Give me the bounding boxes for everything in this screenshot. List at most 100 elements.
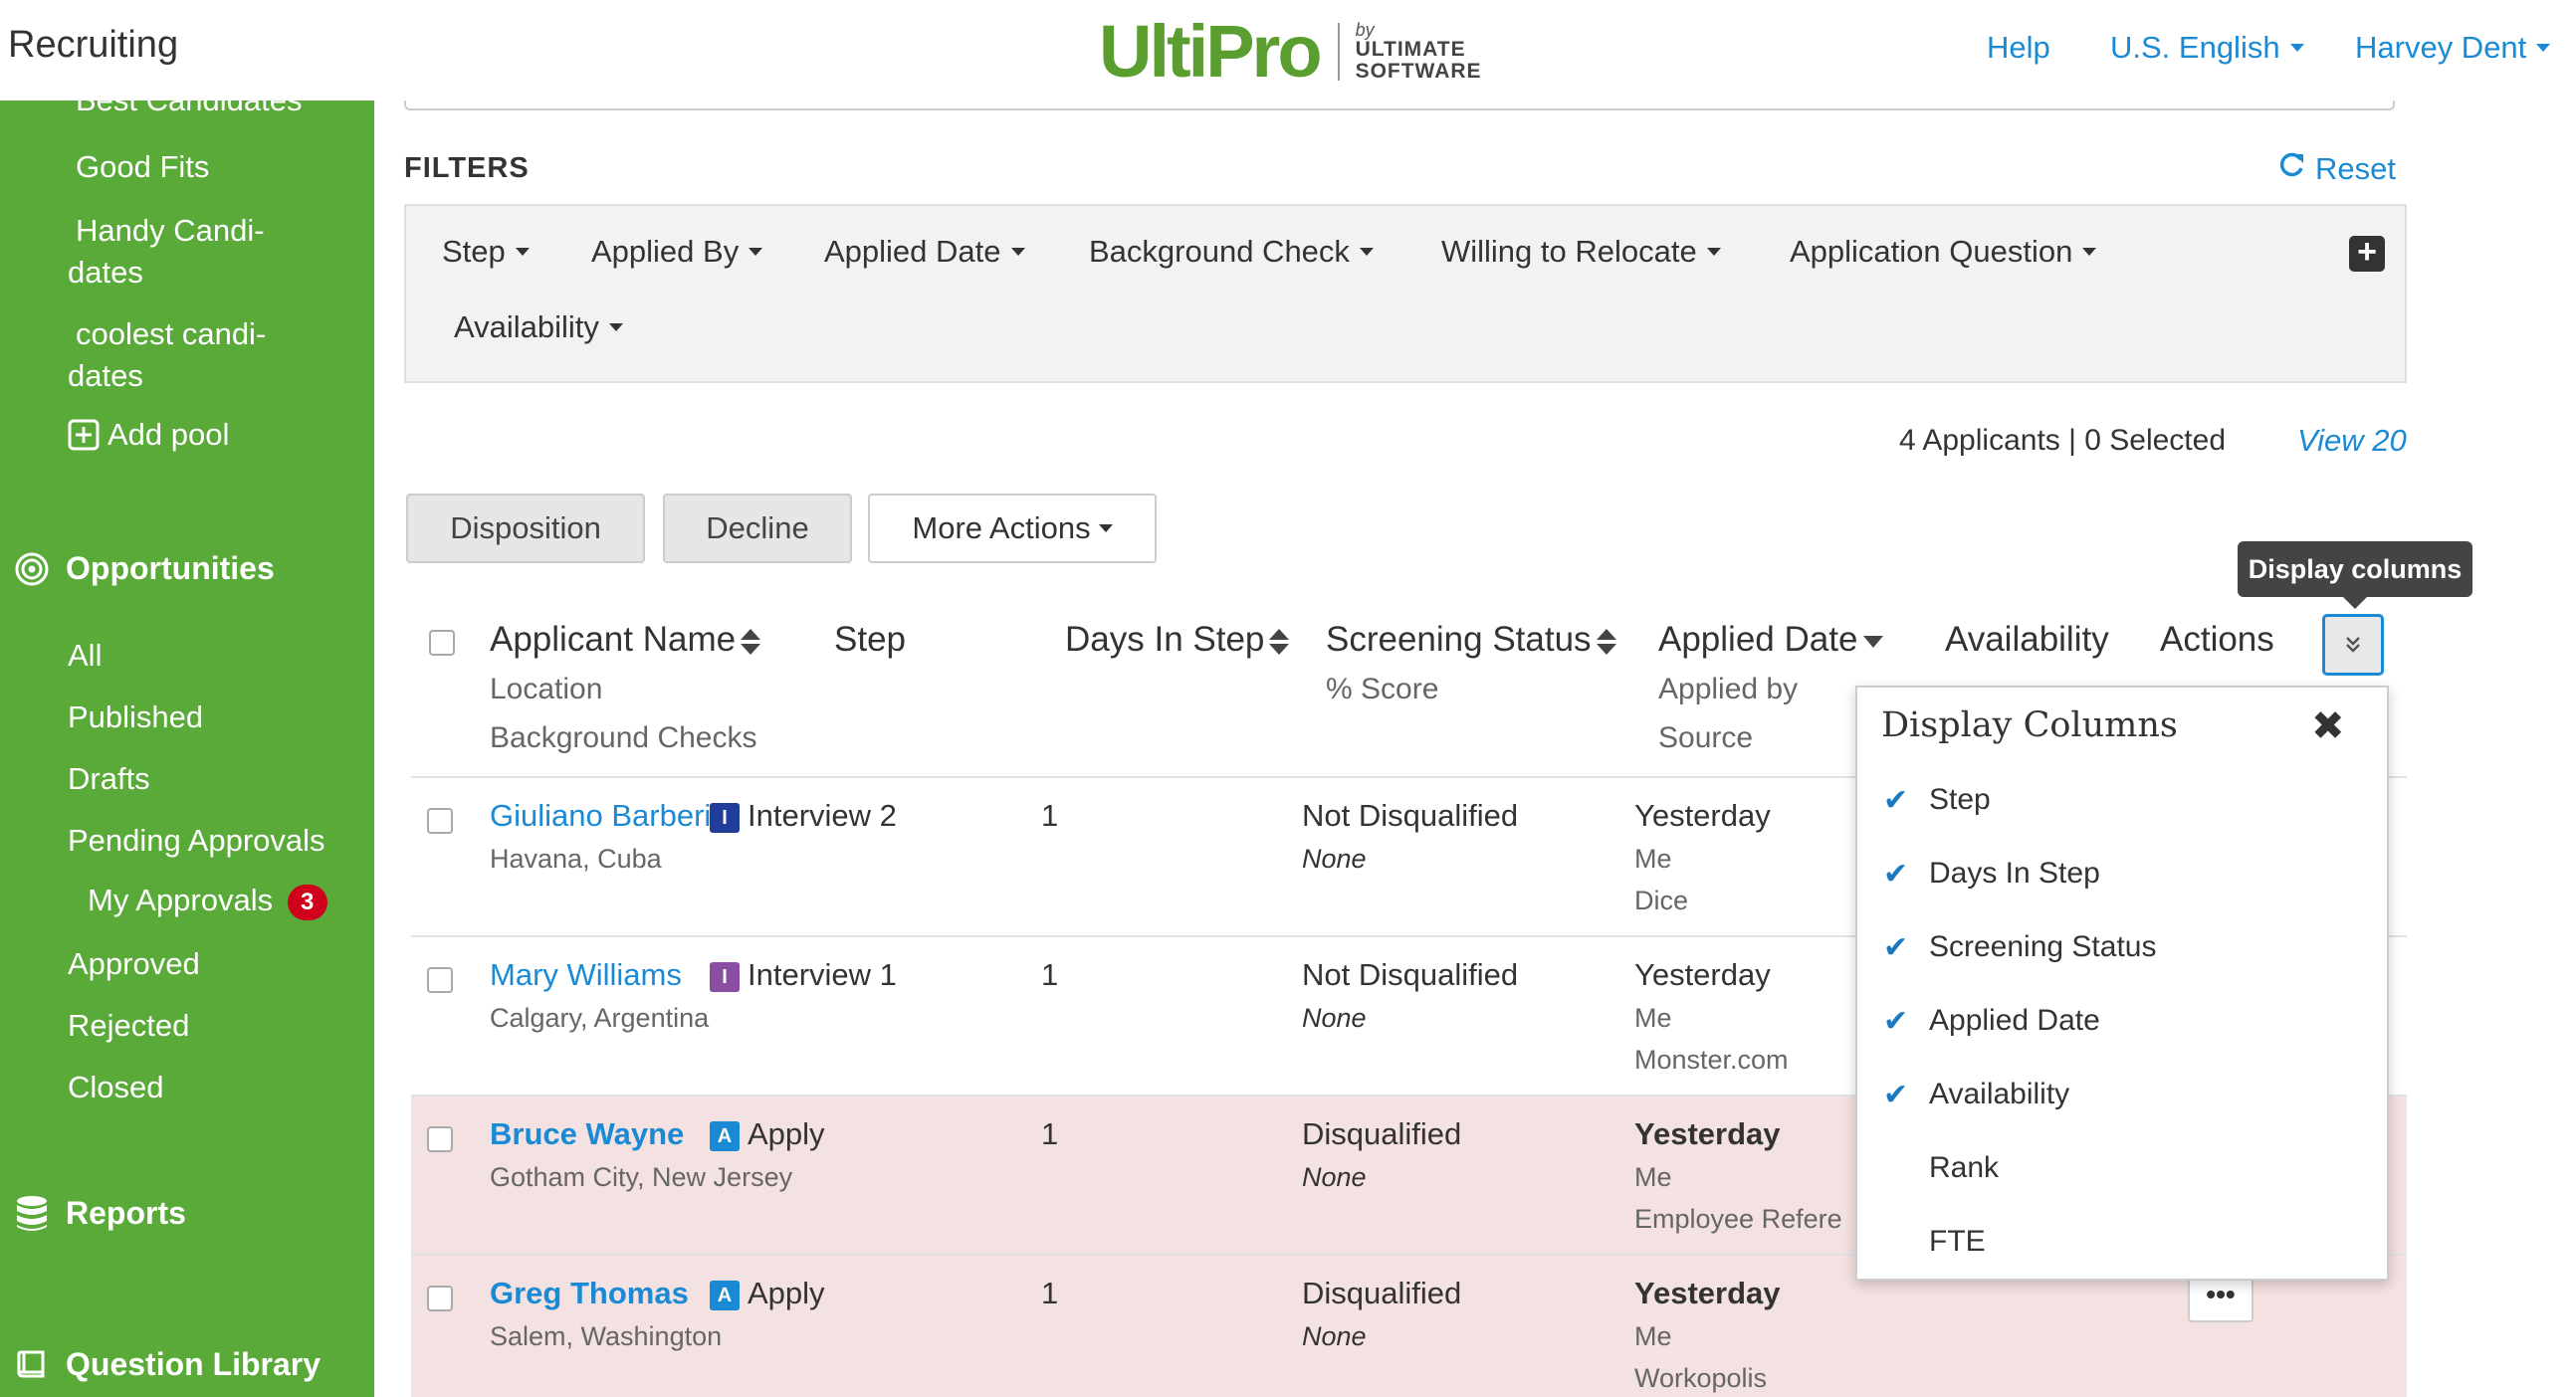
reset-filters-button[interactable]: Reset	[2277, 150, 2396, 187]
score: None	[1302, 844, 1367, 874]
sidebar-item-pool[interactable]: Best Candidates	[76, 100, 302, 118]
display-columns-toggle[interactable]	[2322, 614, 2384, 676]
chevron-down-icon	[2289, 44, 2304, 52]
filter-applied-date[interactable]: Applied Date	[824, 234, 1025, 270]
screening-status: Not Disqualified	[1302, 798, 1519, 833]
row-checkbox[interactable]	[427, 1126, 453, 1152]
sidebar-section-reports[interactable]: Reports	[14, 1195, 186, 1232]
sidebar-item-pool[interactable]: Good Fits	[76, 149, 209, 185]
row-actions-menu-button[interactable]: •••	[2188, 1277, 2254, 1322]
applicant-location: Calgary, Argentina	[490, 1003, 710, 1033]
sidebar-section-question-library[interactable]: Question Library	[14, 1346, 321, 1383]
column-option-rank[interactable]: Rank	[1929, 1151, 1999, 1185]
header-days-in-step[interactable]: Days In Step	[1065, 620, 1290, 660]
add-filter-icon[interactable]: +	[2349, 235, 2385, 272]
score: None	[1302, 1321, 1367, 1351]
sidebar-item-pool[interactable]: coolest candi- dates	[68, 313, 266, 397]
column-option-step[interactable]: Step	[1929, 783, 1991, 817]
header-applicant-name[interactable]: Applicant Name	[490, 620, 761, 660]
user-name: Harvey Dent	[2355, 30, 2527, 65]
checkmark-icon: ✔	[1883, 858, 1909, 891]
header-screening-status[interactable]: Screening Status	[1326, 620, 1616, 660]
header-label: Days In Step	[1065, 620, 1265, 659]
header-availability: Availability	[1945, 620, 2109, 659]
sidebar-item-drafts[interactable]: Drafts	[68, 761, 150, 797]
filter-label: Availability	[454, 309, 599, 344]
screening-status: Disqualified	[1302, 1276, 1462, 1310]
approvals-count-badge: 3	[287, 884, 327, 920]
column-option-days-in-step[interactable]: Days In Step	[1929, 857, 2100, 891]
step-cell: I Interview 2	[710, 798, 897, 834]
reset-label: Reset	[2315, 150, 2396, 186]
applicant-name-link[interactable]: Greg Thomas	[490, 1276, 689, 1311]
applicant-name-link[interactable]: Mary Williams	[490, 957, 682, 993]
checkmark-icon: ✔	[1883, 1079, 1909, 1111]
filter-step[interactable]: Step	[442, 234, 530, 270]
applicant-location: Havana, Cuba	[490, 844, 662, 874]
help-link[interactable]: Help	[1987, 30, 2050, 66]
sidebar-section-opportunities[interactable]: Opportunities	[14, 550, 275, 587]
add-pool-button[interactable]: Add pool	[68, 417, 229, 453]
filter-label: Applied By	[591, 234, 740, 269]
step-label: Interview 1	[748, 957, 897, 992]
view-count-link[interactable]: View 20	[2297, 423, 2407, 459]
close-icon[interactable]: ✖	[2311, 703, 2345, 749]
step-cell: A Apply	[710, 1276, 825, 1311]
column-option-fte[interactable]: FTE	[1929, 1225, 1986, 1259]
header-applied-by: Applied by	[1658, 673, 1799, 705]
select-all-checkbox[interactable]	[429, 630, 455, 656]
source: Dice	[1634, 886, 1689, 915]
column-option-availability[interactable]: Availability	[1929, 1078, 2069, 1111]
applicant-location: Gotham City, New Jersey	[490, 1162, 793, 1192]
filter-application-question[interactable]: Application Question	[1790, 234, 2097, 270]
applicant-name-link[interactable]: Giuliano Barberi	[490, 798, 711, 834]
sidebar-item-pending-approvals[interactable]: Pending Approvals	[68, 823, 325, 859]
header-background-checks: Background Checks	[490, 721, 757, 754]
filter-availability[interactable]: Availability	[454, 309, 623, 345]
applicant-name-link[interactable]: Bruce Wayne	[490, 1116, 684, 1152]
interview-step-icon: I	[710, 802, 740, 833]
chevron-down-icon	[1010, 248, 1025, 256]
sidebar-item-rejected[interactable]: Rejected	[68, 1008, 189, 1044]
filter-willing-to-relocate[interactable]: Willing to Relocate	[1441, 234, 1721, 270]
sidebar-item-closed[interactable]: Closed	[68, 1070, 164, 1105]
sidebar-item-my-approvals[interactable]: My Approvals 3	[88, 883, 327, 920]
column-option-applied-date[interactable]: Applied Date	[1929, 1004, 2100, 1038]
decline-button[interactable]: Decline	[663, 494, 852, 563]
top-bar: Recruiting UltiPro by ULTIMATE SOFTWARE …	[0, 0, 2576, 100]
sidebar-pool-label-line1: coolest candi-	[76, 316, 267, 351]
column-option-screening-status[interactable]: Screening Status	[1929, 930, 2156, 964]
row-checkbox[interactable]	[427, 808, 453, 834]
source: Monster.com	[1634, 1045, 1789, 1075]
days-in-step: 1	[1041, 1276, 1059, 1310]
step-label: Interview 2	[748, 798, 897, 833]
header-location: Location	[490, 673, 603, 705]
sidebar-pool-label-line2: dates	[68, 255, 143, 290]
filter-background-check[interactable]: Background Check	[1089, 234, 1374, 270]
filter-applied-by[interactable]: Applied By	[591, 234, 763, 270]
sidebar-item-approved[interactable]: Approved	[68, 946, 200, 982]
disposition-button[interactable]: Disposition	[406, 494, 645, 563]
book-icon	[14, 1347, 50, 1383]
header-applied-date[interactable]: Applied Date	[1658, 620, 1884, 660]
header-label: Applicant Name	[490, 620, 737, 659]
filter-label: Application Question	[1790, 234, 2073, 269]
sidebar-item-all[interactable]: All	[68, 638, 102, 674]
applied-date: Yesterday	[1634, 1276, 1781, 1310]
row-checkbox[interactable]	[427, 1286, 453, 1311]
applicant-location: Salem, Washington	[490, 1321, 723, 1351]
sidebar-item-pool[interactable]: Handy Candi- dates	[68, 210, 265, 294]
step-cell: A Apply	[710, 1116, 825, 1152]
user-menu[interactable]: Harvey Dent	[2355, 30, 2551, 66]
applied-date: Yesterday	[1634, 1116, 1781, 1151]
row-checkbox[interactable]	[427, 967, 453, 993]
score: None	[1302, 1162, 1367, 1192]
language-dropdown[interactable]: U.S. English	[2110, 30, 2304, 66]
days-in-step: 1	[1041, 957, 1059, 992]
double-chevron-down-icon	[2346, 637, 2360, 653]
sidebar: Best Candidates Good Fits Handy Candi- d…	[0, 100, 374, 1397]
filters-label: FILTERS	[404, 152, 530, 184]
sidebar-item-published[interactable]: Published	[68, 699, 203, 735]
sort-desc-icon	[1863, 635, 1884, 648]
more-actions-button[interactable]: More Actions	[868, 494, 1157, 563]
